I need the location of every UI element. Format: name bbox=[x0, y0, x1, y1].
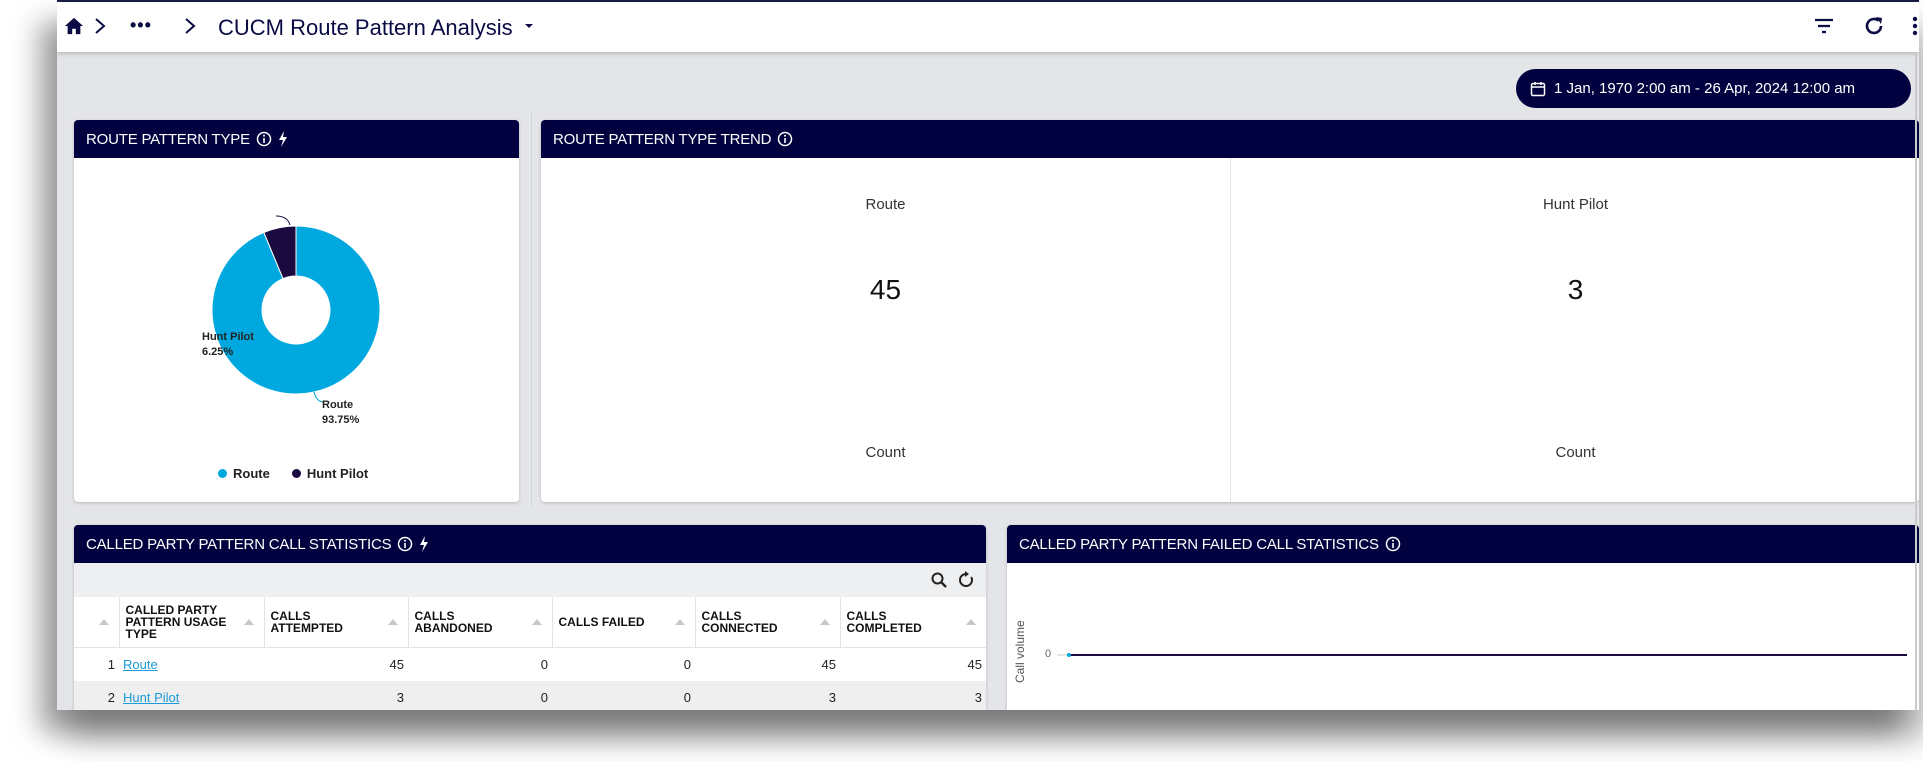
metric-unit: Count bbox=[865, 444, 906, 461]
chevron-right-icon bbox=[95, 18, 106, 34]
column-header-calls-abandoned[interactable]: CALLS ABANDONED bbox=[408, 597, 553, 648]
failed-calls-line-chart bbox=[1057, 653, 1907, 657]
calls-abandoned-cell: 0 bbox=[540, 657, 548, 672]
sort-icon[interactable] bbox=[674, 619, 685, 625]
calls-abandoned-cell: 0 bbox=[408, 681, 552, 710]
route-pattern-type-panel: ROUTE PATTERN TYPE Hunt Pilot 6.25% Rout… bbox=[74, 120, 519, 502]
row-index: 2 bbox=[74, 681, 119, 710]
chart-legend: Route Hunt Pilot bbox=[218, 466, 368, 481]
panel-header: CALLED PARTY PATTERN CALL STATISTICS bbox=[74, 525, 986, 563]
dashboard-frame: ••• CUCM Route Pattern Analysis 1 Jan, 1… bbox=[57, 0, 1919, 710]
home-icon[interactable] bbox=[63, 16, 85, 36]
column-header-index[interactable] bbox=[74, 597, 120, 648]
lightning-icon[interactable] bbox=[419, 536, 429, 552]
donut-chart bbox=[211, 215, 381, 403]
search-icon[interactable] bbox=[930, 571, 948, 589]
legend-dot bbox=[291, 469, 301, 478]
calls-connected-cell: 3 bbox=[695, 681, 840, 710]
sort-icon[interactable] bbox=[966, 619, 976, 625]
sort-icon[interactable] bbox=[819, 619, 830, 625]
panel-header: ROUTE PATTERN TYPE bbox=[74, 120, 519, 158]
legend-item-route[interactable]: Route bbox=[218, 466, 270, 481]
info-icon[interactable] bbox=[777, 131, 793, 147]
date-range-picker[interactable]: 1 Jan, 1970 2:00 am - 26 Apr, 2024 12:00… bbox=[1516, 69, 1911, 108]
top-bar: ••• CUCM Route Pattern Analysis bbox=[57, 2, 1919, 52]
caret-down-icon[interactable] bbox=[525, 24, 533, 28]
calls-completed-cell: 3 bbox=[840, 681, 986, 710]
leader-line-hunt-pilot bbox=[275, 215, 291, 226]
table-row: 2 Hunt Pilot 3 0 0 3 3 bbox=[74, 681, 986, 710]
call-statistics-panel: CALLED PARTY PATTERN CALL STATISTICS CAL… bbox=[74, 525, 986, 710]
column-header-usage-type[interactable]: CALLED PARTY PATTERN USAGE TYPE bbox=[119, 597, 265, 648]
usage-type-link[interactable]: Hunt Pilot bbox=[123, 690, 179, 705]
calendar-icon bbox=[1530, 81, 1546, 96]
route-pattern-type-trend-panel: ROUTE PATTERN TYPE TREND Route 45 Count … bbox=[541, 120, 1919, 502]
legend-dot bbox=[218, 469, 227, 478]
metric-name: Hunt Pilot bbox=[1542, 196, 1609, 213]
calls-connected-cell: 45 bbox=[821, 657, 836, 672]
column-header-calls-connected[interactable]: CALLS CONNECTED bbox=[695, 597, 841, 648]
panel-title: ROUTE PATTERN TYPE bbox=[86, 130, 250, 148]
legend-item-hunt-pilot[interactable]: Hunt Pilot bbox=[291, 466, 368, 481]
slice-label-route: Route 93.75% bbox=[322, 399, 360, 426]
sort-icon[interactable] bbox=[243, 619, 254, 625]
lightning-icon[interactable] bbox=[278, 131, 288, 147]
table-toolbar bbox=[74, 563, 986, 597]
date-range-label: 1 Jan, 1970 2:00 am - 26 Apr, 2024 12:00… bbox=[1554, 80, 1856, 97]
info-icon[interactable] bbox=[256, 131, 272, 147]
row-index: 1 bbox=[107, 657, 115, 672]
call-statistics-table: CALLED PARTY PATTERN USAGE TYPE CALLS AT… bbox=[74, 597, 986, 710]
sort-icon[interactable] bbox=[531, 619, 542, 625]
column-header-calls-attempted[interactable]: CALLS ATTEMPTED bbox=[264, 597, 409, 648]
breadcrumb-ellipsis[interactable]: ••• bbox=[130, 15, 152, 36]
chevron-right-icon bbox=[185, 18, 196, 34]
sort-icon[interactable] bbox=[387, 619, 398, 625]
usage-type-cell: Hunt Pilot bbox=[119, 681, 264, 710]
panel-header: ROUTE PATTERN TYPE TREND bbox=[541, 120, 1919, 158]
slice-label-hunt-pilot: Hunt Pilot 6.25% bbox=[202, 331, 254, 358]
sort-icon[interactable] bbox=[98, 619, 109, 625]
failed-call-statistics-panel: CALLED PARTY PATTERN FAILED CALL STATIST… bbox=[1007, 525, 1919, 710]
more-vertical-icon[interactable] bbox=[1903, 14, 1919, 38]
calls-attempted-cell: 3 bbox=[264, 681, 408, 710]
calls-attempted-cell: 45 bbox=[389, 657, 404, 672]
filter-icon[interactable] bbox=[1812, 14, 1836, 38]
column-header-calls-failed[interactable]: CALLS FAILED bbox=[552, 597, 696, 648]
metric-value: 3 bbox=[1567, 274, 1584, 305]
panel-title: ROUTE PATTERN TYPE TREND bbox=[553, 130, 772, 148]
page-title[interactable]: CUCM Route Pattern Analysis bbox=[218, 15, 513, 41]
trend-metric-hunt-pilot: Hunt Pilot 3 Count bbox=[1231, 158, 1919, 500]
scrollbar[interactable] bbox=[1915, 52, 1917, 710]
usage-type-link[interactable]: Route bbox=[123, 657, 158, 672]
metric-unit: Count bbox=[1555, 444, 1596, 461]
metric-value: 45 bbox=[869, 274, 902, 305]
series-point[interactable] bbox=[1067, 653, 1071, 657]
trend-metric-route: Route 45 Count bbox=[541, 158, 1230, 500]
info-icon[interactable] bbox=[397, 536, 413, 552]
table-header-row: CALLED PARTY PATTERN USAGE TYPE CALLS AT… bbox=[74, 597, 986, 648]
metric-name: Route bbox=[865, 196, 906, 213]
calls-completed-cell: 45 bbox=[967, 657, 982, 672]
reset-icon[interactable] bbox=[957, 571, 975, 589]
column-header-calls-completed[interactable]: CALLS COMPLETED bbox=[840, 597, 986, 648]
panel-title: CALLED PARTY PATTERN CALL STATISTICS bbox=[86, 535, 392, 553]
panel-divider bbox=[531, 112, 532, 506]
calls-failed-cell: 0 bbox=[683, 657, 691, 672]
usage-type-cell: Route bbox=[119, 648, 264, 682]
refresh-icon[interactable] bbox=[1862, 14, 1886, 38]
calls-failed-cell: 0 bbox=[552, 681, 695, 710]
table-row: 1 Route 45 0 0 45 45 bbox=[74, 648, 986, 682]
